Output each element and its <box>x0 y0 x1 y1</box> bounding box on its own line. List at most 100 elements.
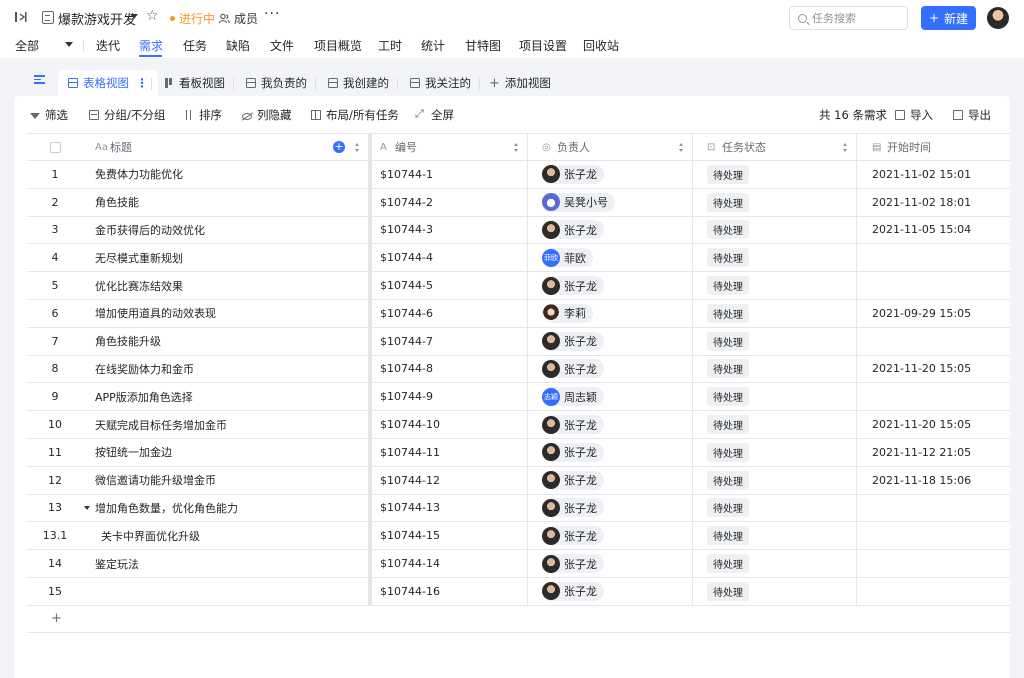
number-cell[interactable]: $10744-1 <box>369 161 528 188</box>
owner-chip[interactable]: 张子龙 <box>542 554 604 574</box>
start-time-cell[interactable]: 2021-11-12 21:05 <box>857 439 1010 466</box>
view-tab-table[interactable]: 表格视图 ⋮ <box>58 70 158 96</box>
owner-cell[interactable]: 张子龙 <box>528 216 693 244</box>
sidebar-toggle-icon[interactable] <box>14 11 28 23</box>
title-cell[interactable]: 增加角色数量，优化角色能力 <box>83 494 369 522</box>
nav-tab-worktime[interactable]: 工时 <box>378 37 402 54</box>
sort-toggle-icon[interactable] <box>679 143 684 152</box>
number-cell[interactable]: $10744-13 <box>369 494 528 522</box>
title-cell[interactable]: 在线奖励体力和金币 <box>83 355 369 383</box>
table-row[interactable]: 8 在线奖励体力和金币 $10744-8 张子龙 待处理 2021-11-20 15:05 <box>27 355 1010 384</box>
status-cell[interactable]: 待处理 <box>693 161 857 188</box>
table-row[interactable]: 15 $10744-16 张子龙 待处理 <box>27 577 1010 606</box>
title-cell[interactable]: 天赋完成目标任务增加金币 <box>83 411 369 438</box>
search-input[interactable]: 任务搜索 <box>789 6 908 30</box>
nav-tab-files[interactable]: 文件 <box>270 37 294 54</box>
number-cell[interactable]: $10744-5 <box>369 272 528 299</box>
status-cell[interactable]: 待处理 <box>693 244 857 272</box>
title-cell[interactable]: 优化比赛冻结效果 <box>83 272 369 299</box>
number-cell[interactable]: $10744-14 <box>369 550 528 577</box>
column-header-start[interactable]: ▤ 开始时间 <box>857 134 1010 160</box>
number-cell[interactable]: $10744-4 <box>369 244 528 272</box>
nav-tab-statistics[interactable]: 统计 <box>421 37 445 54</box>
expand-triangle-icon[interactable] <box>84 505 90 510</box>
sort-button[interactable]: 排序 <box>184 107 222 123</box>
start-time-cell[interactable] <box>857 328 1010 355</box>
export-button[interactable]: 导出 <box>953 107 991 123</box>
column-header-number[interactable]: A 编号 <box>369 134 528 160</box>
add-column-icon[interactable]: + <box>333 141 345 153</box>
owner-cell[interactable]: 李莉 <box>528 299 693 327</box>
sort-toggle-icon[interactable] <box>514 143 519 152</box>
owner-chip[interactable]: 吴凳小号 <box>542 192 615 212</box>
owner-chip[interactable]: 张子龙 <box>542 331 604 351</box>
owner-chip[interactable]: 张子龙 <box>542 359 604 379</box>
sort-toggle-icon[interactable] <box>355 143 360 152</box>
table-row[interactable]: 13.1 关卡中界面优化升级 $10744-15 张子龙 待处理 <box>27 522 1010 551</box>
view-tab-created[interactable]: 我创建的 <box>328 70 389 96</box>
status-cell[interactable]: 待处理 <box>693 188 857 216</box>
project-switch-caret-icon[interactable] <box>130 14 138 19</box>
owner-cell[interactable]: 张子龙 <box>528 466 693 494</box>
owner-chip[interactable]: 张子龙 <box>542 276 604 296</box>
status-cell[interactable]: 待处理 <box>693 438 857 466</box>
owner-cell[interactable]: 张子龙 <box>528 272 693 299</box>
owner-chip[interactable]: 菲欧 菲欧 <box>542 248 593 268</box>
table-row[interactable]: 13 增加角色数量，优化角色能力 $10744-13 张子龙 待处理 <box>27 494 1010 523</box>
start-time-cell[interactable] <box>857 244 1010 271</box>
add-row-button[interactable]: + <box>27 606 1010 633</box>
add-view-button[interactable]: + 添加视图 <box>489 70 551 96</box>
start-time-cell[interactable]: 2021-11-02 15:01 <box>857 161 1010 188</box>
user-avatar[interactable] <box>987 7 1009 29</box>
nav-tab-requirement[interactable]: 需求 <box>139 37 163 54</box>
status-cell[interactable]: 待处理 <box>693 466 857 494</box>
title-cell[interactable]: 按钮统一加金边 <box>83 438 369 466</box>
owner-chip[interactable]: 张子龙 <box>542 220 604 240</box>
status-cell[interactable]: 待处理 <box>693 383 857 411</box>
table-row[interactable]: 4 无尽模式重新规划 $10744-4 菲欧 菲欧 待处理 <box>27 244 1010 273</box>
number-cell[interactable]: $10744-11 <box>369 438 528 466</box>
table-row[interactable]: 2 角色技能 $10744-2 吴凳小号 待处理 2021-11-02 18:01 <box>27 188 1010 217</box>
number-cell[interactable]: $10744-15 <box>369 522 528 550</box>
owner-cell[interactable]: 张子龙 <box>528 577 693 605</box>
owner-chip[interactable]: 李莉 <box>542 303 593 323</box>
start-time-cell[interactable]: 2021-11-02 18:01 <box>857 189 1010 216</box>
title-cell[interactable]: APP版添加角色选择 <box>83 383 369 411</box>
status-cell[interactable]: 待处理 <box>693 299 857 327</box>
owner-cell[interactable]: 张子龙 <box>528 494 693 522</box>
nav-tab-task[interactable]: 任务 <box>183 37 207 54</box>
view-list-menu-icon[interactable] <box>34 75 45 84</box>
column-header-owner[interactable]: ◎ 负责人 <box>528 134 693 160</box>
nav-tab-gantt[interactable]: 甘特图 <box>465 37 501 54</box>
table-row[interactable]: 6 增加使用道具的动效表现 $10744-6 李莉 待处理 2021-09-29 15:0… <box>27 299 1010 328</box>
column-header-title[interactable]: Aa 标题 + <box>83 134 369 160</box>
more-options-icon[interactable]: ··· <box>264 6 280 22</box>
sort-toggle-icon[interactable] <box>843 143 848 152</box>
status-cell[interactable]: 待处理 <box>693 327 857 355</box>
title-cell[interactable]: 增加使用道具的动效表现 <box>83 299 369 327</box>
table-row[interactable]: 1 免费体力功能优化 $10744-1 张子龙 待处理 2021-11-02 15:01 <box>27 161 1010 189</box>
title-cell[interactable]: 角色技能 <box>83 188 369 216</box>
select-all-checkbox[interactable] <box>49 141 61 153</box>
nav-tab-overview[interactable]: 项目概览 <box>314 37 362 54</box>
start-time-cell[interactable]: 2021-11-20 15:05 <box>857 411 1010 438</box>
owner-chip[interactable]: 张子龙 <box>542 442 604 462</box>
star-icon[interactable]: ☆ <box>146 8 159 24</box>
view-tab-followed[interactable]: 我关注的 <box>410 70 471 96</box>
column-header-status[interactable]: ⊡ 任务状态 <box>693 134 857 160</box>
start-time-cell[interactable] <box>857 578 1010 605</box>
table-row[interactable]: 7 角色技能升级 $10744-7 张子龙 待处理 <box>27 327 1010 356</box>
owner-chip[interactable]: 张子龙 <box>542 498 604 518</box>
title-cell[interactable]: 微信邀请功能升级增金币 <box>83 466 369 494</box>
owner-cell[interactable]: 菲欧 菲欧 <box>528 244 693 272</box>
title-cell[interactable]: 金币获得后的动效优化 <box>83 216 369 244</box>
owner-chip[interactable]: 张子龙 <box>542 581 604 601</box>
table-row[interactable]: 11 按钮统一加金边 $10744-11 张子龙 待处理 2021-11-12 21:05 <box>27 438 1010 467</box>
table-row[interactable]: 12 微信邀请功能升级增金币 $10744-12 张子龙 待处理 2021-11-18 1… <box>27 466 1010 495</box>
group-button[interactable]: 分组/不分组 <box>89 107 165 123</box>
start-time-cell[interactable] <box>857 383 1010 410</box>
status-cell[interactable]: 待处理 <box>693 216 857 244</box>
filter-button[interactable]: 筛选 <box>30 107 68 123</box>
owner-chip[interactable]: 张子龙 <box>542 470 604 490</box>
number-cell[interactable]: $10744-8 <box>369 355 528 383</box>
